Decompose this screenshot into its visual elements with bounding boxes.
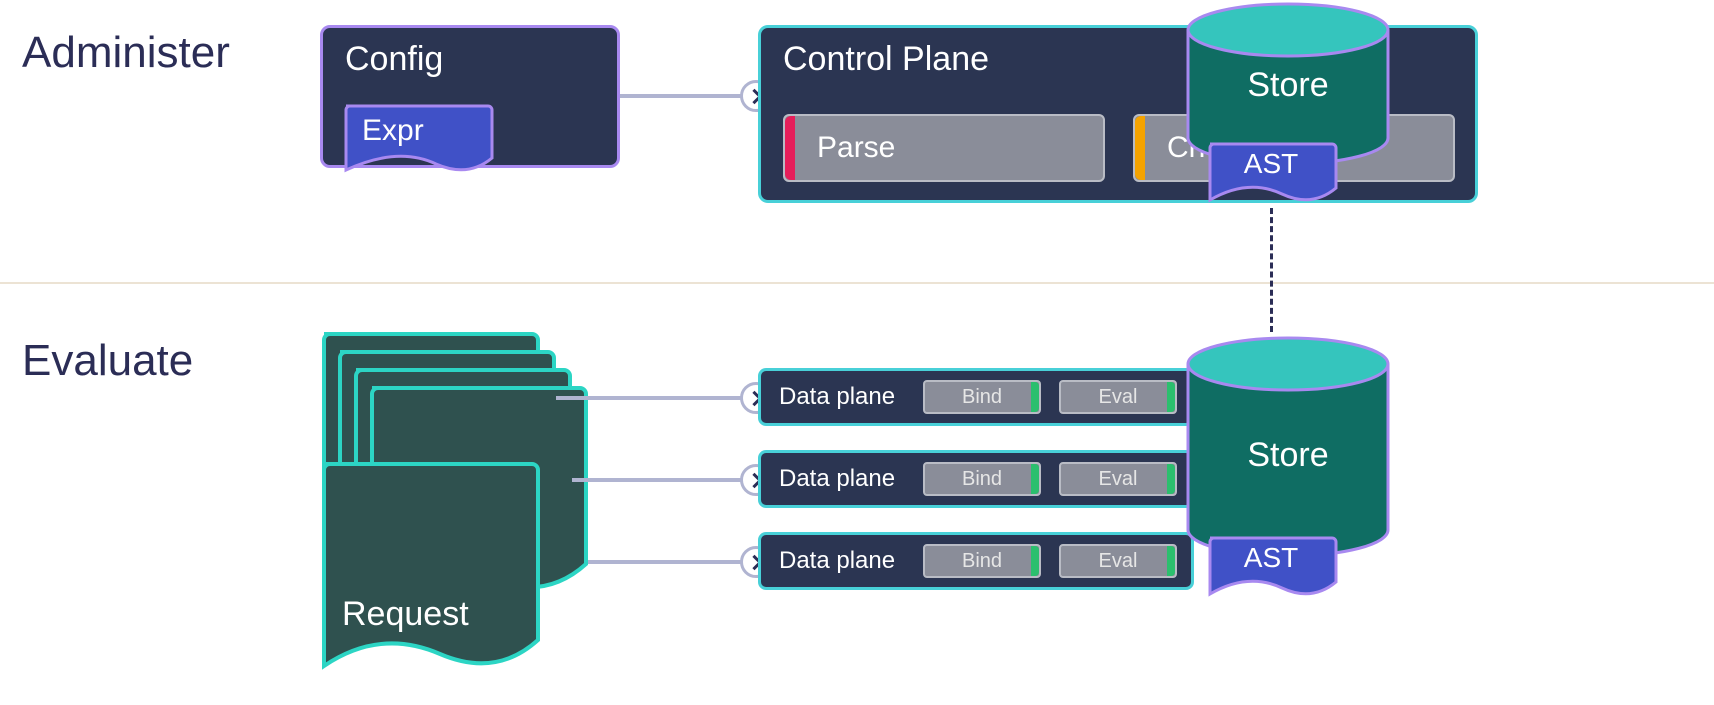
expr-label: Expr [362, 114, 424, 148]
phase-eval: Eval [1059, 544, 1177, 578]
connector-req-dp-2 [572, 478, 744, 482]
ast-bottom-label: AST [1204, 542, 1338, 574]
dashed-connector [1270, 208, 1273, 332]
phase-bind: Bind [923, 544, 1041, 578]
data-plane-title: Data plane [779, 465, 895, 493]
store-cylinder-bottom: Store [1178, 334, 1398, 560]
stripe-red [785, 116, 795, 180]
data-plane-row-2: Data plane Bind Eval [758, 450, 1194, 508]
phase-bind-label: Bind [962, 550, 1002, 573]
expr-tag: Expr [340, 100, 494, 178]
section-divider [0, 282, 1714, 284]
ast-tag-bottom: AST [1204, 532, 1338, 602]
phase-bind: Bind [923, 462, 1041, 496]
stripe-orange [1135, 116, 1145, 180]
connector-req-dp-1 [556, 396, 744, 400]
data-plane-row-3: Data plane Bind Eval [758, 532, 1194, 590]
request-label: Request [342, 595, 469, 634]
stripe-green [1167, 382, 1175, 412]
diagram-canvas: Administer Evaluate Config Expr Control … [0, 0, 1714, 705]
config-title: Config [345, 40, 443, 78]
connector-config-to-control [620, 94, 744, 98]
phase-eval-label: Eval [1099, 386, 1138, 409]
store-bottom-label: Store [1178, 436, 1398, 475]
stripe-green [1167, 546, 1175, 576]
phase-eval: Eval [1059, 462, 1177, 496]
stripe-green [1167, 464, 1175, 494]
document-icon [316, 456, 540, 686]
phase-eval-label: Eval [1099, 550, 1138, 573]
data-plane-row-1: Data plane Bind Eval [758, 368, 1194, 426]
phase-bind-label: Bind [962, 386, 1002, 409]
ast-top-label: AST [1204, 148, 1338, 180]
data-plane-title: Data plane [779, 383, 895, 411]
section-label-evaluate: Evaluate [22, 336, 193, 386]
connector-req-dp-3 [588, 560, 744, 564]
stripe-green [1031, 464, 1039, 494]
stripe-green [1031, 546, 1039, 576]
ast-tag-top: AST [1204, 138, 1338, 208]
phase-parse-label: Parse [817, 131, 895, 165]
phase-bind-label: Bind [962, 468, 1002, 491]
stripe-green [1031, 382, 1039, 412]
phase-parse: Parse [783, 114, 1105, 182]
phase-eval-label: Eval [1099, 468, 1138, 491]
data-plane-title: Data plane [779, 547, 895, 575]
section-label-administer: Administer [22, 28, 230, 78]
phase-bind: Bind [923, 380, 1041, 414]
store-top-label: Store [1178, 66, 1398, 105]
request-card-front: Request [316, 456, 540, 686]
phase-eval: Eval [1059, 380, 1177, 414]
